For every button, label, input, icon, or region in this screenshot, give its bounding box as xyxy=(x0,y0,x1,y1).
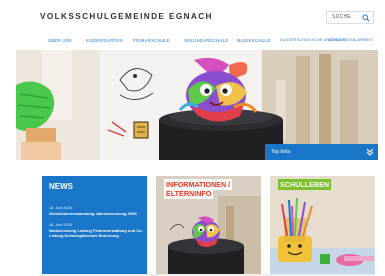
news-item-1[interactable]: Gemeindeversammlung Jahresrechnung 2025 xyxy=(49,211,143,216)
news-date-2: 15. Juni 2026 xyxy=(49,223,72,227)
search-icon[interactable] xyxy=(362,14,370,22)
info-title-line2: ELTERNINFO xyxy=(164,187,214,199)
school-life-tile[interactable]: SCHULLEBEN xyxy=(270,176,375,276)
nav-item-primarschule[interactable]: PRIMARSCHULE xyxy=(133,38,170,43)
school-life-title: SCHULLEBEN xyxy=(278,179,332,190)
hero-caption-text: Top links xyxy=(271,149,291,155)
school-life-title-text: SCHULLEBEN xyxy=(278,179,332,190)
nav-item-sekundarschule[interactable]: SEKUNDARSCHULE xyxy=(184,38,228,43)
nav-item-schulsozialarbeit[interactable]: SCHULSOZIALARBEIT xyxy=(328,38,373,42)
site-logo[interactable]: VOLKSSCHULGEMEINDE EGNACH xyxy=(40,12,213,21)
search-placeholder: SUCHE xyxy=(332,14,352,20)
school-life-photo xyxy=(270,176,375,276)
site-header: VOLKSSCHULGEMEINDE EGNACH SUCHE xyxy=(0,0,385,34)
nav-item-kindergarten[interactable]: KINDERGARTEN xyxy=(86,38,123,43)
news-date-1: 15. Juni 2026 xyxy=(49,206,72,210)
hero-image: Top links xyxy=(16,50,378,160)
nav-item-musikschule[interactable]: MUSIKSCHULE xyxy=(237,38,271,43)
info-tile[interactable]: INFORMATIONEN / ELTERNINFO xyxy=(156,176,261,276)
main-navigation: ÜBER UNS KINDERGARTEN PRIMARSCHULE SEKUN… xyxy=(0,36,385,46)
chevron-down-icon[interactable] xyxy=(365,147,375,157)
news-tile[interactable]: NEWS 15. Juni 2026 Gemeindeversammlung J… xyxy=(42,176,147,276)
nav-item-ueber-uns[interactable]: ÜBER UNS xyxy=(48,38,72,43)
hero-caption-bar[interactable]: Top links xyxy=(265,144,378,160)
info-title: INFORMATIONEN / ELTERNINFO xyxy=(164,179,233,199)
search-input[interactable]: SUCHE xyxy=(326,11,374,24)
news-title: NEWS xyxy=(49,182,73,191)
news-item-2[interactable]: Neubesetzung Leitung Finanzverwaltung un… xyxy=(49,228,143,238)
